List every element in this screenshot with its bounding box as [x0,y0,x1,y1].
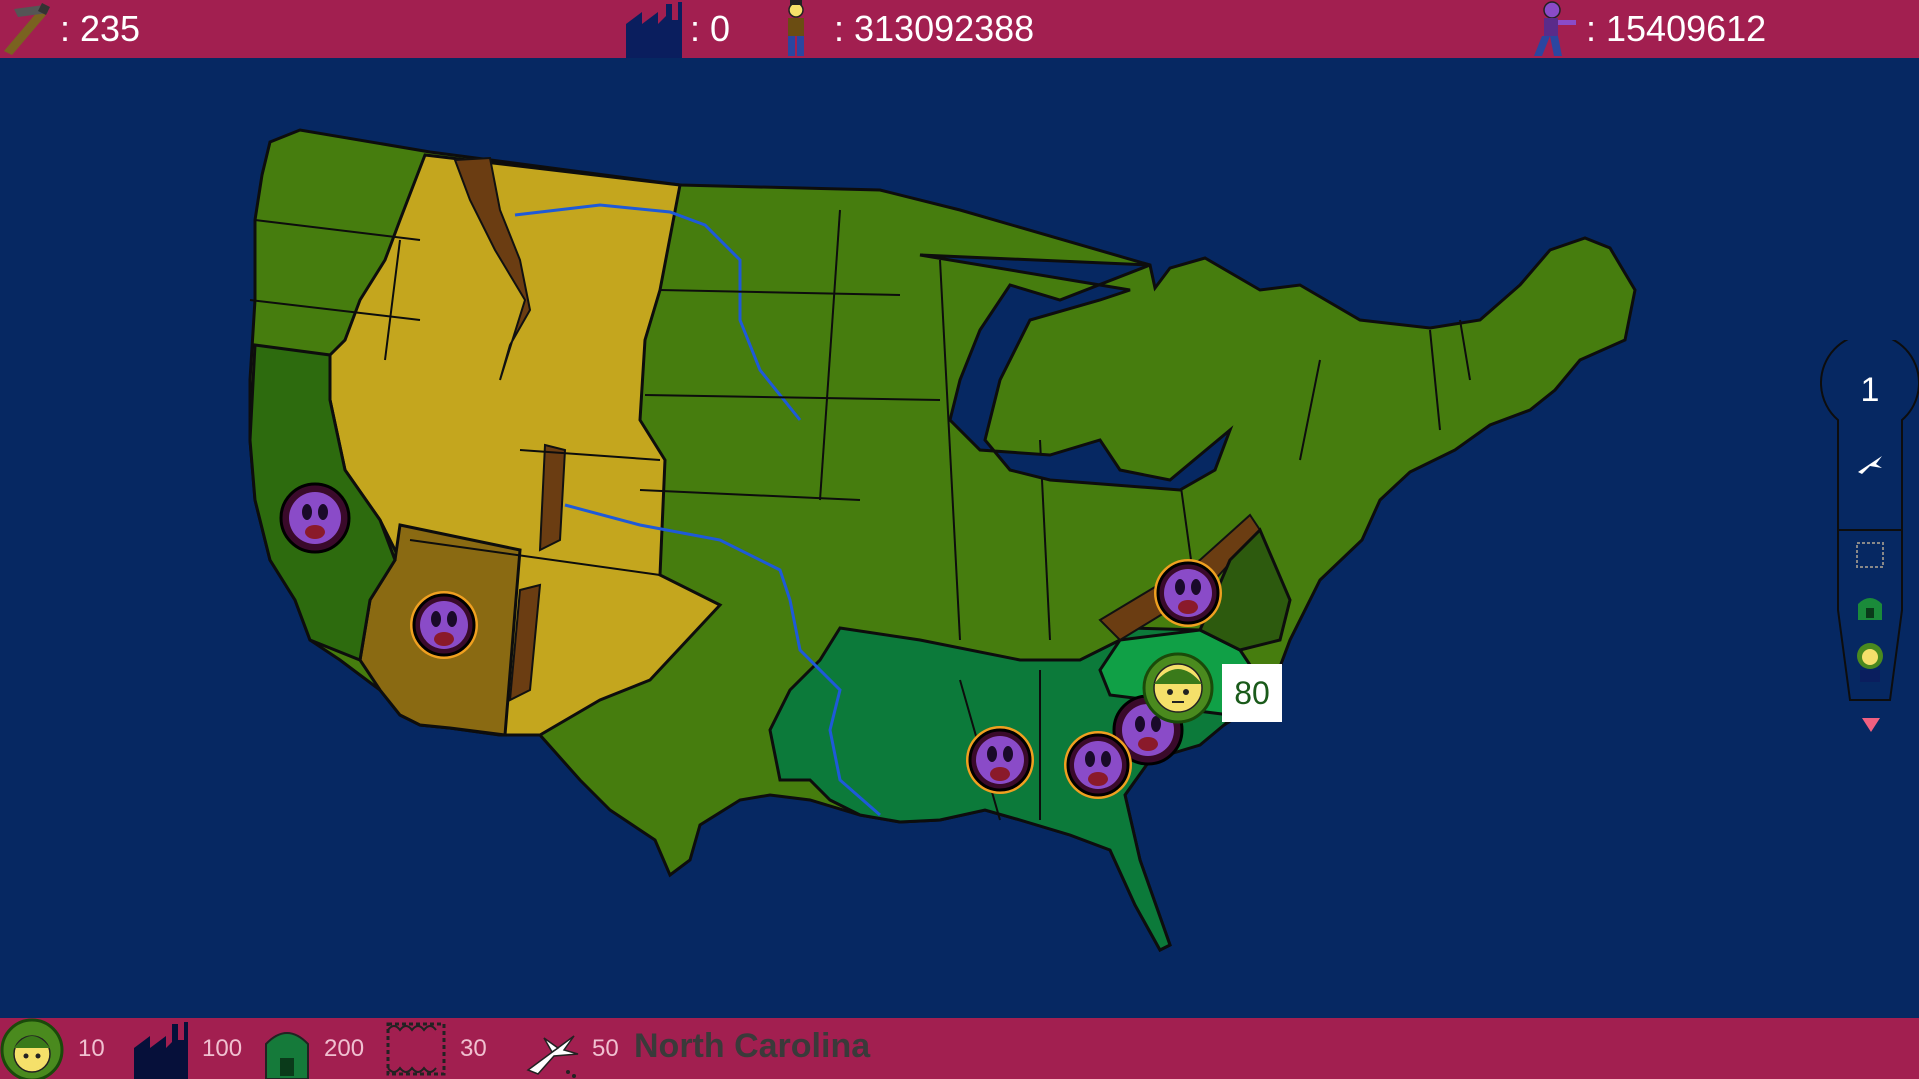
population-stat: : 313092388 [782,0,1034,58]
zombie-marker[interactable] [410,591,478,659]
bunker-cost[interactable]: 200 [262,1018,364,1079]
rocky-mountains-south [538,443,567,552]
selected-region-name: North Carolina [634,1027,871,1065]
bunker-icon[interactable] [262,1018,312,1079]
top-resource-bar: : 235 : 0 : 313092388 : 15409612 [0,0,1919,58]
soldier-button-icon[interactable] [1852,642,1888,682]
soldier-cost[interactable]: 10 [0,1018,105,1079]
bunker-cost-value: 200 [324,1034,365,1062]
barbed-wire-button-icon[interactable] [1854,540,1886,570]
airplane-button-icon[interactable] [1856,452,1884,476]
factory-value: : 0 [690,8,731,49]
enemy-stat: : 15409612 [1530,0,1766,58]
population-value: : 313092388 [834,8,1035,49]
soldier-marker[interactable] [1142,652,1214,724]
troop-count-label: 80 [1222,664,1282,722]
barbed-wire-cost[interactable]: 30 [384,1018,487,1079]
barbed-wire-cost-value: 30 [460,1034,487,1062]
zombie-marker[interactable] [279,482,351,554]
airplane-icon[interactable] [524,1018,580,1079]
zombie-marker[interactable] [1154,559,1222,627]
build-side-panel: 1 [1820,340,1919,740]
bunker-button-icon[interactable] [1856,592,1884,620]
soldier-icon[interactable] [0,1018,66,1079]
factory-icon[interactable] [132,1018,190,1079]
selected-count: 1 [1860,370,1880,409]
airplane-cost-value: 50 [592,1034,619,1062]
zombie-icon [1534,1,1576,56]
enemy-value: : 15409612 [1586,8,1767,49]
money-value: : 235 [60,8,141,49]
factory-cost[interactable]: 100 [132,1018,242,1079]
money-stat: : 235 [0,0,140,58]
us-map[interactable] [0,58,1919,1018]
factory-stat: : 0 [626,0,730,58]
zombie-marker[interactable] [1064,731,1132,799]
factory-icon [626,2,682,58]
money-icon [4,3,50,55]
collapse-arrow-icon[interactable] [1862,718,1880,732]
civilian-icon [788,0,804,56]
zombie-marker[interactable] [966,726,1034,794]
barbed-wire-icon[interactable] [384,1018,448,1079]
soldier-cost-value: 10 [78,1034,105,1062]
airplane-cost[interactable]: 50 [524,1018,619,1079]
factory-cost-value: 100 [202,1034,243,1062]
